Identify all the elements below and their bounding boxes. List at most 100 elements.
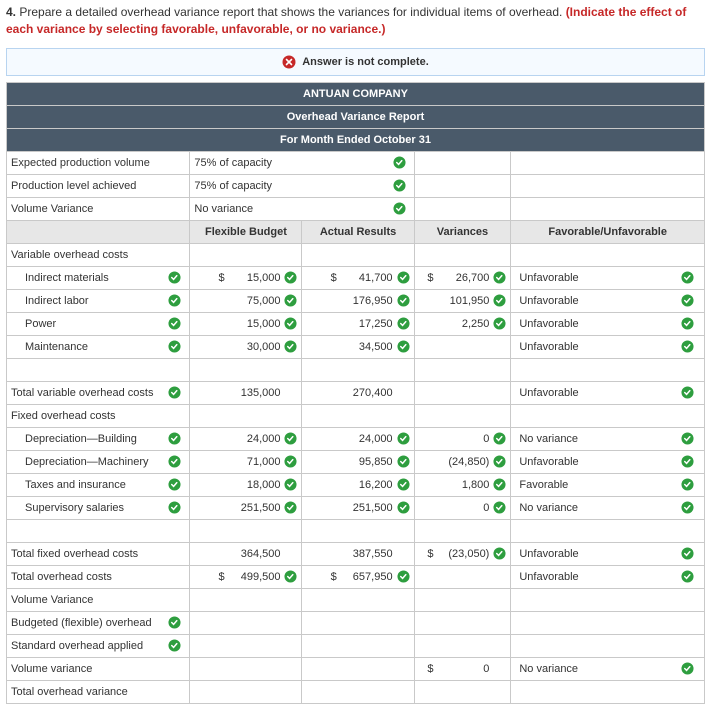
variance-value: 0 (441, 663, 489, 675)
value[interactable]: 75% of capacity (194, 157, 272, 169)
label[interactable]: Depreciation—Building (25, 433, 137, 445)
check-icon (168, 616, 181, 629)
column-headers: Flexible Budget Actual Results Variances… (7, 220, 705, 243)
favorable-select[interactable]: No variance (519, 663, 578, 675)
label[interactable]: Supervisory salaries (25, 502, 124, 514)
check-icon (681, 294, 694, 307)
actual-results-input[interactable]: 41,700 (345, 272, 393, 284)
row-volume-variance-header: Volume Variance (7, 588, 705, 611)
label[interactable]: Power (25, 318, 56, 330)
favorable-select[interactable]: Unfavorable (519, 548, 578, 560)
actual-results-input[interactable]: 34,500 (345, 341, 393, 353)
favorable-select[interactable]: Unfavorable (519, 341, 578, 353)
label: Fixed overhead costs (7, 404, 190, 427)
row-maintenance: Maintenance 30,000 34,500 Unfavorable (7, 335, 705, 358)
check-icon (493, 547, 506, 560)
flexible-budget-input[interactable]: 15,000 (232, 272, 280, 284)
label[interactable]: Standard overhead applied (11, 640, 143, 652)
check-icon (168, 317, 181, 330)
check-icon (681, 340, 694, 353)
actual-results-input[interactable]: 176,950 (345, 295, 393, 307)
favorable-select[interactable]: Favorable (519, 479, 568, 491)
favorable-select[interactable]: Unfavorable (519, 387, 578, 399)
value[interactable]: No variance (194, 203, 253, 215)
check-icon (168, 501, 181, 514)
label[interactable]: Depreciation—Machinery (25, 456, 149, 468)
flexible-budget-input[interactable]: 18,000 (232, 479, 280, 491)
row-total-overhead: Total overhead costs $499,500 $657,950 U… (7, 565, 705, 588)
check-icon (284, 501, 297, 514)
row-taxes-insurance: Taxes and insurance 18,000 16,200 1,800 … (7, 473, 705, 496)
flexible-budget-input[interactable]: 30,000 (232, 341, 280, 353)
check-icon (168, 639, 181, 652)
favorable-select[interactable]: Unfavorable (519, 571, 578, 583)
favorable-select[interactable]: No variance (519, 433, 578, 445)
header-company: ANTUAN COMPANY (7, 82, 705, 105)
flexible-budget-input[interactable]: 15,000 (232, 318, 280, 330)
check-icon (681, 662, 694, 675)
check-icon (168, 294, 181, 307)
check-icon (681, 386, 694, 399)
actual-results-input[interactable]: 95,850 (345, 456, 393, 468)
check-icon (681, 478, 694, 491)
check-icon (284, 340, 297, 353)
variance-value: 26,700 (441, 272, 489, 284)
check-icon (168, 455, 181, 468)
total-value: 657,950 (345, 571, 393, 583)
row-supervisory-salaries: Supervisory salaries 251,500 251,500 0 N… (7, 496, 705, 519)
label: Volume Variance (7, 588, 190, 611)
check-icon (681, 432, 694, 445)
actual-results-input[interactable]: 17,250 (345, 318, 393, 330)
label: Volume variance (7, 657, 190, 680)
flexible-budget-input[interactable]: 24,000 (232, 433, 280, 445)
favorable-select[interactable]: Unfavorable (519, 295, 578, 307)
actual-results-input[interactable]: 16,200 (345, 479, 393, 491)
check-icon (168, 432, 181, 445)
favorable-select[interactable]: Unfavorable (519, 456, 578, 468)
check-icon (284, 455, 297, 468)
question-prompt: 4. Prepare a detailed overhead variance … (6, 4, 705, 38)
row-total-fixed: Total fixed overhead costs 364,500 387,5… (7, 542, 705, 565)
check-icon (284, 570, 297, 583)
check-icon (393, 202, 406, 215)
flexible-budget-input[interactable]: 251,500 (232, 502, 280, 514)
total-value: 499,500 (232, 571, 280, 583)
variance-value: 0 (441, 433, 489, 445)
value[interactable]: 75% of capacity (194, 180, 272, 192)
total-value: 387,550 (345, 548, 393, 560)
variance-value: 1,800 (441, 479, 489, 491)
check-icon (681, 501, 694, 514)
completion-status-bar: Answer is not complete. (6, 48, 705, 76)
flexible-budget-input[interactable]: 75,000 (232, 295, 280, 307)
actual-results-input[interactable]: 24,000 (345, 433, 393, 445)
label: Production level achieved (7, 174, 190, 197)
favorable-select[interactable]: Unfavorable (519, 272, 578, 284)
label[interactable]: Taxes and insurance (25, 479, 126, 491)
check-icon (168, 478, 181, 491)
col-actual-results: Actual Results (302, 220, 414, 243)
question-number: 4. (6, 5, 16, 19)
variance-value: (24,850) (441, 456, 489, 468)
row-spacer (7, 519, 705, 542)
label: Total overhead variance (7, 680, 190, 703)
check-icon (397, 455, 410, 468)
check-icon (393, 179, 406, 192)
col-favorable-unfavorable: Favorable/Unfavorable (511, 220, 705, 243)
header-period: For Month Ended October 31 (7, 128, 705, 151)
actual-results-input[interactable]: 251,500 (345, 502, 393, 514)
check-icon (397, 294, 410, 307)
check-icon (284, 478, 297, 491)
label: Variable overhead costs (7, 243, 190, 266)
favorable-select[interactable]: No variance (519, 502, 578, 514)
check-icon (168, 271, 181, 284)
check-icon (168, 340, 181, 353)
question-text: Prepare a detailed overhead variance rep… (19, 5, 562, 19)
label[interactable]: Indirect labor (25, 295, 89, 307)
label[interactable]: Indirect materials (25, 272, 109, 284)
label[interactable]: Budgeted (flexible) overhead (11, 617, 152, 629)
check-icon (397, 478, 410, 491)
check-icon (681, 271, 694, 284)
label[interactable]: Maintenance (25, 341, 88, 353)
favorable-select[interactable]: Unfavorable (519, 318, 578, 330)
flexible-budget-input[interactable]: 71,000 (232, 456, 280, 468)
